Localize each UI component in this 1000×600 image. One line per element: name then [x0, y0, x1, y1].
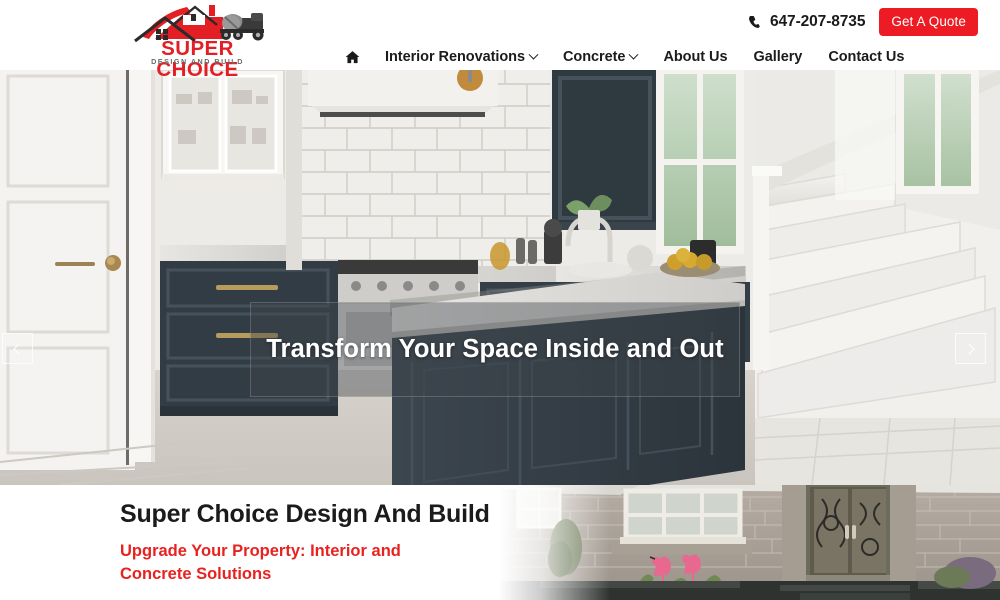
intro-text-block: Super Choice Design And Build Upgrade Yo… [120, 499, 520, 587]
page-subtitle: Upgrade Your Property: Interior and Conc… [120, 542, 401, 584]
home-icon [345, 50, 360, 63]
nav-item-concrete[interactable]: Concrete [550, 49, 650, 65]
chevron-down-icon [528, 49, 539, 60]
nav-label: Concrete [563, 49, 626, 65]
chevron-left-icon [13, 342, 25, 355]
phone-icon [749, 16, 760, 28]
nav-label: Contact Us [828, 49, 905, 65]
nav-label: About Us [663, 49, 728, 65]
nav-label: Interior Renovations [385, 49, 525, 65]
main-navigation: Interior Renovations Concrete About Us G… [345, 49, 917, 65]
intro-section: Super Choice Design And Build Upgrade Yo… [0, 485, 1000, 600]
carousel-next-button[interactable] [955, 333, 986, 364]
phone-number: 647-207-8735 [770, 13, 866, 30]
hero-caption-text: Transform Your Space Inside and Out [266, 335, 724, 363]
header-contact-bar: 647-207-8735 Get A Quote [748, 8, 978, 36]
phone-link[interactable]: 647-207-8735 [748, 13, 865, 31]
carousel-prev-button[interactable] [2, 333, 33, 364]
site-logo[interactable]: SUPER CHOICE DESIGN AND BUILD [125, 1, 270, 79]
nav-item-gallery[interactable]: Gallery [741, 49, 816, 65]
nav-item-about-us[interactable]: About Us [650, 49, 740, 65]
chevron-right-icon [963, 342, 975, 355]
hero-carousel: Transform Your Space Inside and Out [0, 70, 1000, 485]
hero-caption: Transform Your Space Inside and Out [250, 302, 740, 397]
nav-label: Gallery [753, 49, 803, 65]
nav-item-contact-us[interactable]: Contact Us [815, 49, 917, 65]
site-header: SUPER CHOICE DESIGN AND BUILD 647-207-87… [0, 0, 1000, 79]
page-title: Super Choice Design And Build [120, 500, 490, 528]
hero-kitchen-image [0, 70, 1000, 485]
chevron-down-icon [629, 49, 639, 60]
logo-tagline: DESIGN AND BUILD [151, 57, 244, 66]
nav-item-home[interactable] [345, 50, 372, 65]
nav-item-interior-renovations[interactable]: Interior Renovations [372, 49, 550, 65]
get-a-quote-button[interactable]: Get A Quote [879, 8, 978, 36]
